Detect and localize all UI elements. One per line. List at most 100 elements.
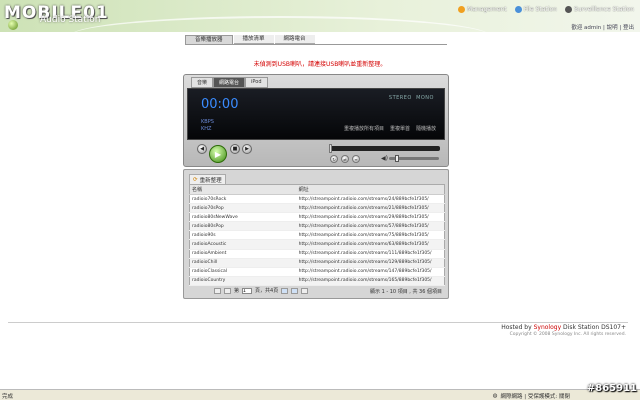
next-button[interactable]: ▶ (242, 144, 252, 154)
station-url-cell: http://streampoint.radioio.com/streams/7… (296, 230, 445, 241)
station-table: 名稱 網址 radioio70sRock http://streampoint.r… (189, 184, 445, 287)
app-subtitle: Audio Station (40, 15, 101, 25)
file-station-icon (514, 6, 522, 13)
globe-icon: ◍ (492, 393, 498, 399)
column-header-url[interactable]: 網址 (296, 184, 445, 195)
player-panel: 音樂 網路電台 iPod 00:00 STEREO MONO KBPS KHZ … (183, 74, 449, 167)
station-name-cell: radioio70sPop (189, 203, 297, 214)
player-tab-radio[interactable]: 網路電台 (213, 77, 246, 88)
progress-bar[interactable] (328, 144, 440, 153)
playlist-button[interactable]: ≡ (352, 155, 360, 163)
station-name-cell: radioio90s (189, 230, 297, 241)
player-tab-ipod[interactable]: iPod (245, 77, 268, 88)
playmode-links: 重複播放所有項目 重複單首 隨機播放 (344, 125, 436, 132)
tab-internet-radio[interactable]: 網路電台 (274, 35, 315, 44)
zone-label: 網際網路 | 受保護模式: 關閉 (500, 394, 570, 400)
player-tab-music[interactable]: 音樂 (191, 77, 214, 88)
station-url-cell: http://streampoint.radioio.com/streams/2… (296, 194, 445, 205)
station-name-cell: radioioAmbient (189, 249, 297, 259)
tab-playlist[interactable]: 播放清單 (233, 35, 274, 44)
station-name-cell: radioioAcoustic (189, 239, 297, 250)
volume-icon[interactable]: ◀) (381, 155, 388, 162)
station-url-cell: http://streampoint.radioio.com/streams/1… (296, 258, 445, 268)
user-links[interactable]: 歡迎 admin | 說明 | 登出 (571, 23, 634, 31)
kbps-label: KBPS (201, 119, 214, 125)
repeat-all-link[interactable]: 重複播放所有項目 (344, 125, 384, 132)
copyright: Copyright © 2008 Synology Inc. All right… (509, 332, 626, 337)
page-input[interactable] (242, 287, 253, 294)
station-name-cell: radioio70sRock (189, 194, 297, 205)
surveillance-icon (564, 6, 572, 13)
table-row[interactable]: radioioAmbient http://streampoint.radioio… (189, 249, 445, 259)
nav-surveillance-label: Surveillance Station (573, 6, 634, 13)
table-row[interactable]: radioioClassical http://streampoint.radio… (189, 267, 445, 277)
station-name-cell: radioioCountry (189, 276, 297, 287)
hosted-by: Hosted by Synology Disk Station DS107+ (501, 324, 626, 331)
station-name-cell: radioioChill (189, 258, 297, 268)
stereo-label: STEREO (388, 95, 412, 101)
nav-file-station-label: File Station (523, 6, 557, 13)
table-row[interactable]: radioioChill http://streampoint.radioio.c… (189, 258, 445, 268)
banner-swoosh (70, 16, 490, 32)
shuffle-button[interactable]: ⇄ (341, 155, 349, 163)
tab-music-player[interactable]: 音樂播放器 (185, 35, 233, 44)
station-url-cell: http://streampoint.radioio.com/streams/1… (296, 249, 445, 259)
hosted-prefix: Hosted by (501, 324, 532, 331)
progress-handle[interactable] (328, 144, 332, 153)
station-url-cell: http://streampoint.radioio.com/streams/1… (296, 276, 445, 287)
table-row[interactable]: radioioCountry http://streampoint.radioio… (189, 276, 445, 287)
station-url-cell: http://streampoint.radioio.com/streams/1… (296, 267, 445, 277)
security-zone: ◍ 網際網路 | 受保護模式: 關閉 (493, 392, 570, 400)
stop-button[interactable]: ■ (230, 144, 240, 154)
next-page-button[interactable] (281, 287, 289, 294)
refresh-label: 重新整理 (199, 178, 222, 184)
top-nav: Management File Station Surveillance Sta… (458, 6, 634, 13)
pager: 第 頁，共4頁 (214, 287, 309, 294)
play-button[interactable]: ▶ (209, 145, 227, 163)
watermark: #865911 (586, 383, 637, 394)
nav-surveillance-station[interactable]: Surveillance Station (564, 6, 634, 13)
top-banner: MOBILE01 Audio Station Management File S… (0, 0, 640, 32)
station-name-cell: radioio80sNewWave (189, 212, 297, 223)
status-text: 完成 (2, 394, 14, 400)
page-suffix: 頁，共4頁 (255, 288, 279, 294)
table-row[interactable]: radioio80sNewWave http://streampoint.radi… (189, 212, 445, 223)
station-name-cell: radioio80sPop (189, 221, 297, 232)
page-status: 顯示 1 - 10 項目 , 共 36 個項目 (369, 289, 442, 295)
nav-management[interactable]: Management (458, 6, 507, 13)
volume-slider[interactable] (389, 155, 439, 162)
audio-station-icon (8, 20, 18, 30)
table-row[interactable]: radioio70sRock http://streampoint.radioio… (189, 194, 445, 205)
repeat-button[interactable]: ↻ (330, 155, 338, 163)
table-row[interactable]: radioioAcoustic http://streampoint.radioi… (189, 239, 445, 250)
nav-file-station[interactable]: File Station (514, 6, 557, 13)
player-tabs: 音樂 網路電台 iPod (191, 77, 268, 88)
channel-mode: STEREO MONO (389, 95, 434, 101)
shuffle-link[interactable]: 隨機播放 (416, 125, 436, 132)
station-url-cell: http://streampoint.radioio.com/streams/5… (296, 221, 445, 232)
footer-divider (8, 322, 628, 323)
time-display: 00:00 (201, 97, 239, 112)
table-row[interactable]: radioio70sPop http://streampoint.radioio.… (189, 203, 445, 214)
previous-button[interactable]: ◀ (197, 144, 207, 154)
last-page-button[interactable] (291, 287, 299, 294)
lcd-display: 00:00 STEREO MONO KBPS KHZ 重複播放所有項目 重複單首… (187, 88, 445, 140)
first-page-button[interactable] (214, 287, 221, 294)
table-row[interactable]: radioio80sPop http://streampoint.radioio.… (189, 221, 445, 232)
station-name-cell: radioioClassical (189, 267, 297, 277)
repeat-one-link[interactable]: 重複單首 (390, 125, 410, 132)
refresh-icon: ⟳ (193, 177, 198, 183)
hosted-suffix: Disk Station DS107+ (563, 324, 626, 331)
reload-page-button[interactable] (301, 287, 309, 294)
prev-page-button[interactable] (224, 287, 231, 294)
column-header-name[interactable]: 名稱 (189, 184, 297, 195)
synology-brand: Synology (533, 324, 562, 331)
main-tabs: 音樂播放器 播放清單 網路電台 (185, 35, 315, 44)
tab-separator (185, 44, 447, 45)
table-row[interactable]: radioio90s http://streampoint.radioio.com… (189, 230, 445, 241)
volume-handle[interactable] (395, 155, 399, 162)
mono-label: MONO (416, 95, 434, 101)
nav-management-label: Management (467, 6, 507, 13)
page-prefix: 第 (234, 288, 240, 294)
browser-statusbar: 完成 ◍ 網際網路 | 受保護模式: 關閉 (0, 389, 640, 400)
